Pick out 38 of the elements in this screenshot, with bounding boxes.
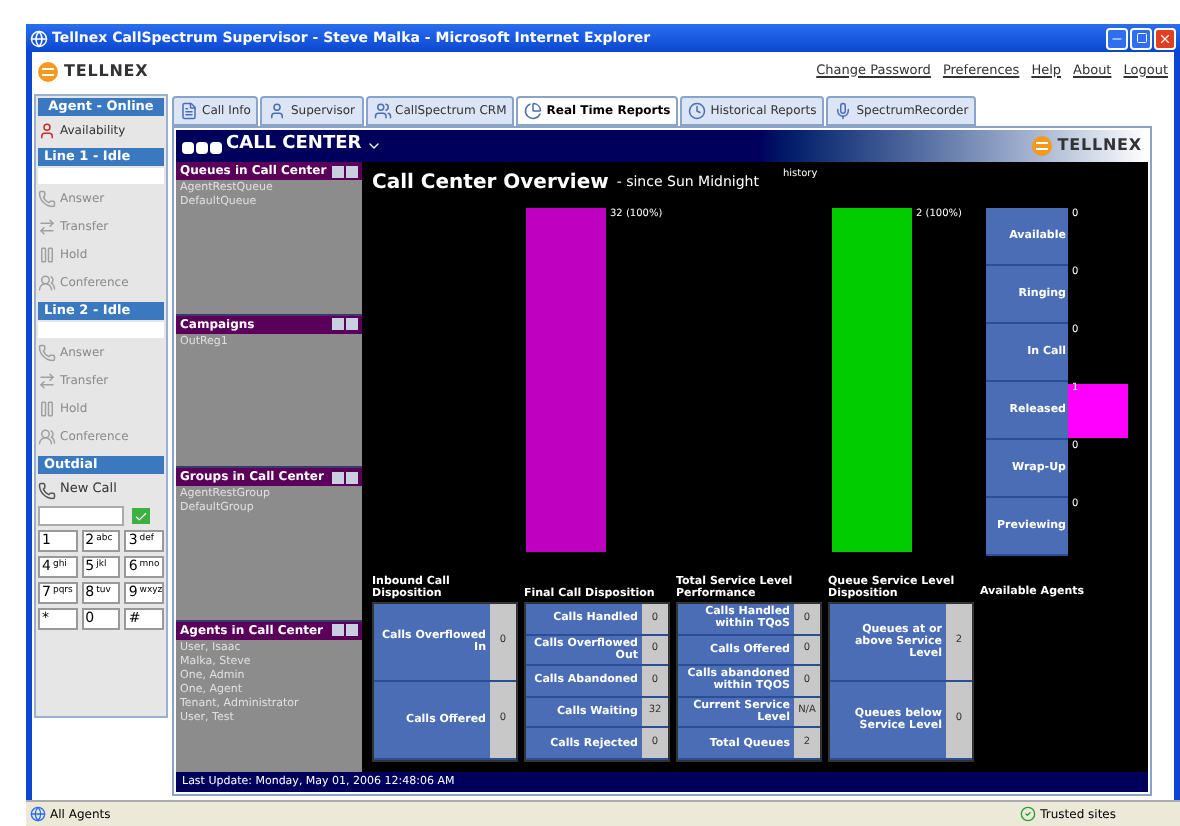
close-button[interactable] <box>1154 27 1176 49</box>
line-action-icon <box>38 344 56 362</box>
logo-icon <box>38 61 58 81</box>
minimize-button[interactable] <box>1106 27 1128 49</box>
line-action-icon <box>38 400 56 418</box>
call-center-title: CALL CENTER <box>226 132 362 159</box>
line-action-icon <box>38 218 56 236</box>
line-action-icon <box>38 274 56 292</box>
logo-text: TELLNEX <box>64 59 149 83</box>
line-action-icon <box>38 428 56 446</box>
caret-icon[interactable] <box>365 138 382 154</box>
logo-icon <box>1031 136 1052 156</box>
tab-icon <box>373 102 392 120</box>
page-icon <box>30 806 46 822</box>
check-icon <box>1020 806 1037 822</box>
line-action-icon <box>38 246 56 264</box>
check-icon <box>134 509 148 523</box>
dial-button[interactable] <box>132 508 150 524</box>
tab-icon <box>688 102 707 120</box>
dial-input-field[interactable] <box>38 506 124 526</box>
tab-icon <box>180 102 198 120</box>
tab-icon <box>834 102 853 120</box>
line-action-icon <box>38 372 56 390</box>
browser-icon <box>30 29 48 47</box>
maximize-icon <box>1135 32 1147 44</box>
tab-icon <box>524 102 543 120</box>
line-input-field[interactable] <box>38 168 164 184</box>
phone-icon <box>38 481 56 499</box>
line-action-icon <box>38 190 56 208</box>
close-icon <box>1158 31 1172 45</box>
agent-state-bar <box>1068 384 1128 438</box>
person-icon <box>38 121 56 139</box>
line-input-field[interactable] <box>38 322 164 338</box>
overview-title: Call Center Overview <box>372 170 609 198</box>
logo-text: TELLNEX <box>1057 134 1142 158</box>
tab-icon <box>268 102 287 120</box>
maximize-button[interactable] <box>1130 27 1152 49</box>
phones-icon <box>182 137 222 155</box>
